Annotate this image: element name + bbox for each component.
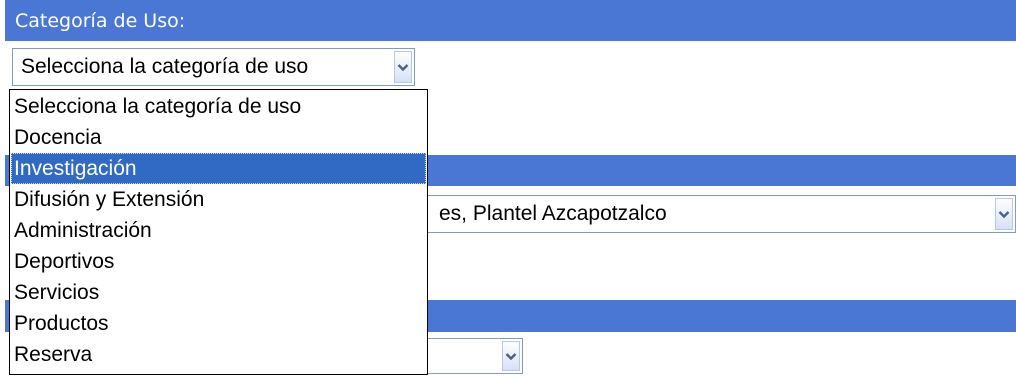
dropdown-option[interactable]: Selecciona la categoría de uso [11,91,426,122]
category-dropdown-list[interactable]: Selecciona la categoría de uso Docencia … [9,89,428,375]
dropdown-option-label: Reserva [14,343,93,366]
dropdown-option[interactable]: Servicios [11,277,426,308]
category-select-value: Selecciona la categoría de uso [21,55,309,78]
dropdown-option-highlighted[interactable]: Investigación [11,153,426,184]
chevron-down-icon [998,210,1010,218]
dropdown-option-label: Administración [14,219,152,242]
chevron-down-icon [397,63,409,71]
dropdown-option[interactable]: Deportivos [11,246,426,277]
dropdown-option-label: Productos [14,312,109,335]
category-header-label: Categoría de Uso: [15,10,186,32]
dropdown-option-label: Servicios [14,281,100,304]
dropdown-option-label: Investigación [14,157,137,180]
dropdown-option-label: Selecciona la categoría de uso [14,95,302,118]
chevron-down-icon [505,352,517,360]
location-select-value: es, Plantel Azcapotzalco [439,202,667,225]
dropdown-option[interactable]: Productos [11,308,426,339]
dropdown-option-label: Difusión y Extensión [14,188,205,211]
category-header-bar: Categoría de Uso: [5,0,1016,41]
location-select-arrow-button[interactable] [995,198,1013,230]
third-select-arrow-button[interactable] [502,341,520,371]
dropdown-option[interactable]: Difusión y Extensión [11,184,426,215]
dropdown-option[interactable]: Docencia [11,122,426,153]
dropdown-option-label: Docencia [14,126,102,149]
category-select-arrow-button[interactable] [394,51,412,83]
category-select[interactable]: Selecciona la categoría de uso [12,48,415,86]
dropdown-option[interactable]: Administración [11,215,426,246]
dropdown-option[interactable]: Reserva [11,339,426,370]
dropdown-option-label: Deportivos [14,250,115,273]
